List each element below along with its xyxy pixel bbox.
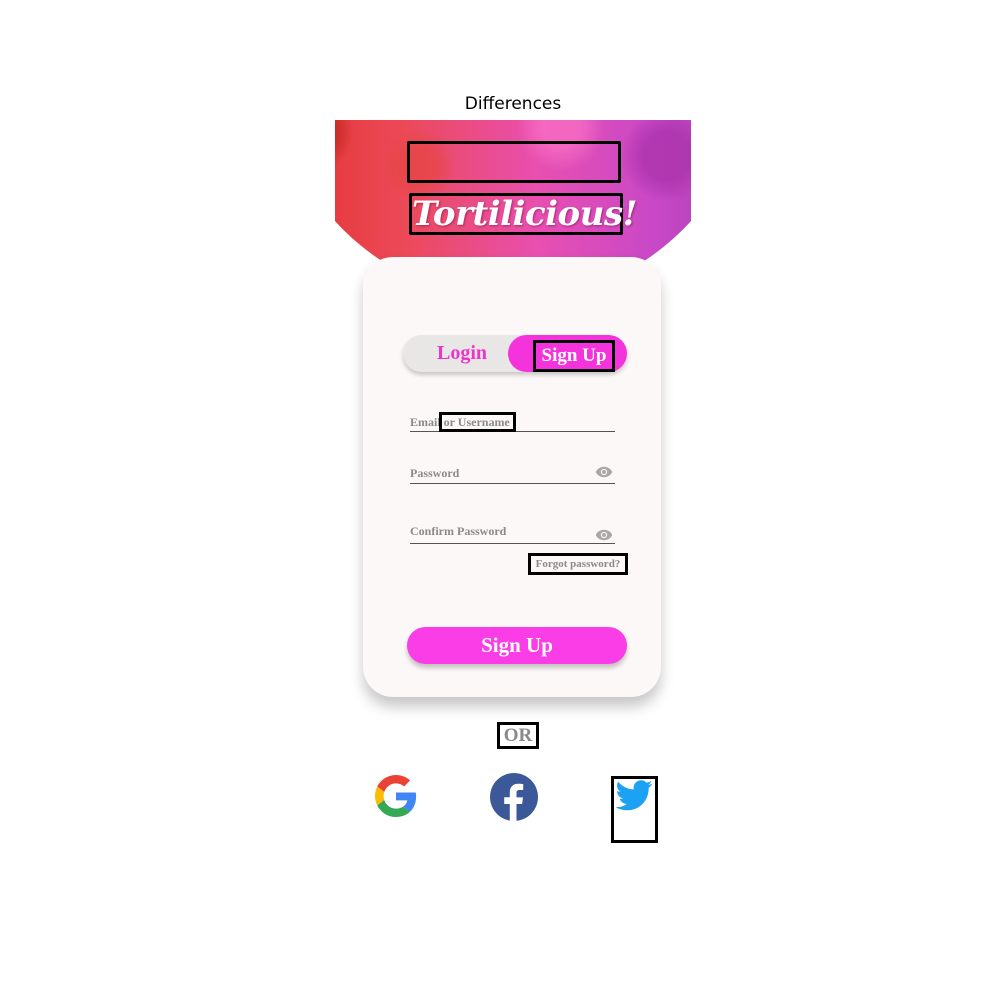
tab-login[interactable]: Login	[403, 335, 521, 372]
eye-icon[interactable]	[595, 529, 613, 541]
eye-icon[interactable]	[595, 466, 613, 478]
password-field	[410, 466, 615, 484]
auth-card: Login Sign Up Forgot password?	[363, 257, 661, 697]
or-divider: OR	[497, 722, 539, 749]
app-title: Tortilicious!	[409, 193, 638, 235]
confirm-password-field	[410, 524, 615, 544]
figure-title: Differences	[464, 94, 562, 114]
twitter-button[interactable]	[611, 776, 658, 843]
app-screen: Tortilicious! Login Sign Up Email or Use…	[335, 120, 691, 880]
facebook-icon[interactable]	[490, 773, 538, 821]
signup-button[interactable]: Sign Up	[407, 627, 627, 664]
tab-signup-label: Sign Up	[533, 340, 615, 372]
twitter-icon	[616, 780, 653, 811]
forgot-password-link[interactable]: Forgot password?	[528, 553, 628, 575]
email-field	[410, 412, 615, 432]
password-input[interactable]	[410, 466, 580, 481]
confirm-password-input[interactable]	[410, 524, 580, 539]
auth-toggle: Login Sign Up	[403, 335, 627, 372]
difference-box-empty	[407, 141, 621, 183]
google-icon[interactable]	[375, 775, 417, 817]
difference-box-email	[439, 412, 516, 432]
